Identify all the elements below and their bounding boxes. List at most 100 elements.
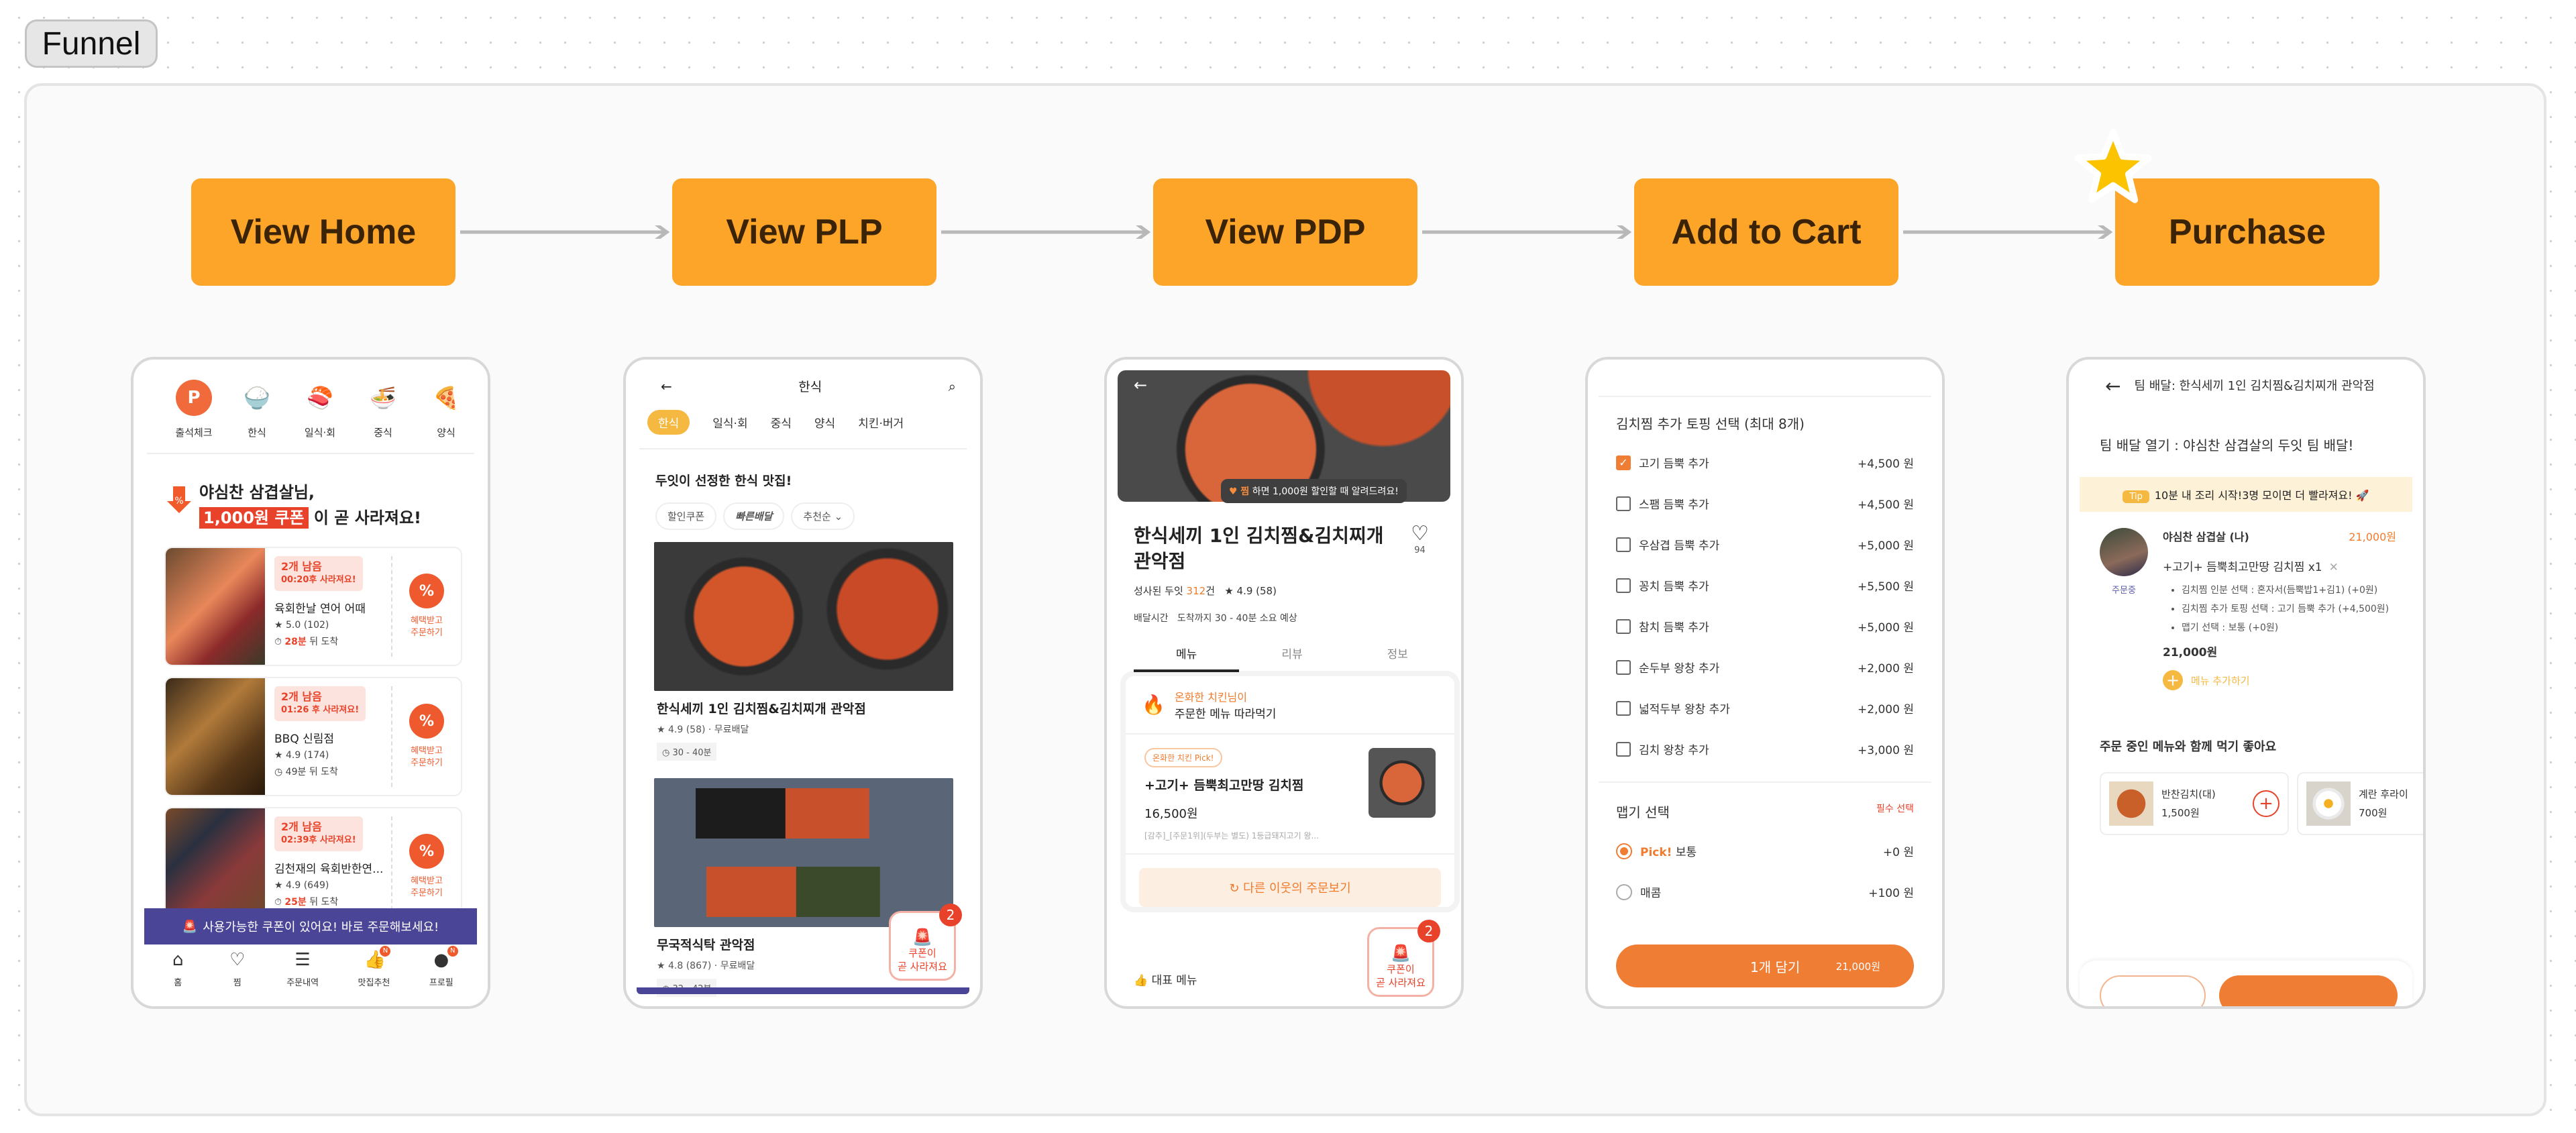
tab-favorites[interactable]: ♡ 찜 xyxy=(227,950,248,988)
tab-profile[interactable]: ● N 프로필 xyxy=(429,946,458,988)
add-to-cart-button[interactable]: 1개 담기 21,000원 xyxy=(1616,945,1914,987)
back-arrow-icon[interactable]: ← xyxy=(1134,376,1147,394)
stock-badge: 2개 남음 01:26 후 사라져요! xyxy=(274,686,366,721)
sort-dropdown[interactable]: 추천순 ⌄ xyxy=(791,502,855,530)
bottom-banner xyxy=(637,987,969,994)
view-other-orders-button[interactable]: ↻ 다른 이웃의 주문보기 xyxy=(1139,868,1441,907)
step-view-plp[interactable]: View PLP xyxy=(672,178,936,286)
topping-option[interactable]: 넓적두부 왕창 추가 +2,000 원 xyxy=(1588,688,1942,729)
store-image[interactable] xyxy=(654,778,953,927)
filter-fast-delivery[interactable]: 빠른배달 xyxy=(723,502,785,530)
pizza-icon: 🍕 xyxy=(433,385,460,411)
topping-option[interactable]: 순두부 왕창 추가 +2,000 원 xyxy=(1588,647,1942,688)
tab-korean[interactable]: 한식 xyxy=(647,410,690,435)
category-item[interactable]: 🍚 한식 xyxy=(230,380,284,439)
category-item[interactable]: 🍜 중식 xyxy=(356,380,410,439)
search-icon[interactable]: ⌕ xyxy=(949,378,956,394)
category-item[interactable]: 🍕 양식 xyxy=(419,380,473,439)
plus-icon: + xyxy=(2163,670,2183,690)
food-image xyxy=(166,548,265,665)
follow-order-card: 🔥 온화한 치킨님이 주문한 메뉴 따라먹기 온화한 치킨 Pick! +고기+ 듬… xyxy=(1126,676,1454,907)
store-name[interactable]: 한식세끼 1인 김치찜&김치찌개 관악점 xyxy=(626,691,980,717)
menu-image xyxy=(1368,748,1436,818)
radio[interactable] xyxy=(1616,843,1632,859)
topping-option[interactable]: ✓ 고기 듬뿍 추가 +4,500 원 xyxy=(1588,442,1942,483)
checkbox[interactable] xyxy=(1616,618,1631,634)
coupon-banner[interactable]: 🚨 사용가능한 쿠폰이 있어요! 바로 주문해보세요! xyxy=(144,908,477,945)
screen-home: P 출석체크 🍚 한식 🍣 일식·회 🍜 중식 🍕 양식 % 야심찬 삼겹살님, 1,000… xyxy=(131,357,490,1009)
topping-option[interactable]: 우삼겹 듬뿍 추가 +5,000 원 xyxy=(1588,524,1942,565)
open-team-delivery-button[interactable] xyxy=(2219,975,2398,1006)
back-arrow-icon[interactable]: ← xyxy=(661,378,672,394)
checkbox[interactable] xyxy=(1616,741,1631,757)
food-image xyxy=(2109,781,2153,826)
checkbox[interactable] xyxy=(1616,700,1631,716)
back-arrow-icon[interactable]: ← xyxy=(2105,377,2121,396)
topping-option[interactable]: 김치 왕창 추가 +3,000 원 xyxy=(1588,729,1942,769)
topping-option[interactable]: 스팸 듬뿍 추가 +4,500 원 xyxy=(1588,483,1942,524)
coupon-greeting: % 야심찬 삼겹살님, 1,000원 쿠폰 이 곧 사라져요! xyxy=(133,454,488,531)
tab-menu[interactable]: 메뉴 xyxy=(1134,645,1240,672)
step-view-pdp[interactable]: View PDP xyxy=(1153,178,1417,286)
stock-badge: 2개 남음 00:20후 사라져요! xyxy=(274,556,363,591)
picked-menu-item[interactable]: 온화한 치킨 Pick! +고기+ 듬뿍최고만땅 김치찜 16,500원 [감추… xyxy=(1126,735,1454,855)
avatar-icon: ● N xyxy=(431,946,458,970)
coupon-icon: % xyxy=(409,704,444,739)
checkbox[interactable] xyxy=(1616,537,1631,552)
recommend-item[interactable]: 계란 후라이 700원 xyxy=(2297,772,2423,835)
filter-coupon[interactable]: 할인쿠폰 xyxy=(655,502,717,530)
category-row: P 출석체크 🍚 한식 🍣 일식·회 🍜 중식 🍕 양식 xyxy=(133,360,488,439)
tip-banner: Tip 10분 내 조리 시작!3명 모이면 더 빨라져요! 🚀 xyxy=(2080,477,2412,512)
tab-western[interactable]: 양식 xyxy=(814,414,835,431)
step-add-to-cart[interactable]: Add to Cart xyxy=(1634,178,1898,286)
add-icon[interactable]: + xyxy=(2253,790,2279,817)
deal-card[interactable]: 2개 남음 00:20후 사라져요! 육회한날 연어 어때 ★ 5.0 (102)… xyxy=(164,547,462,666)
checkbox[interactable] xyxy=(1616,578,1631,593)
store-image[interactable] xyxy=(654,542,953,691)
food-image xyxy=(166,678,265,795)
recommend-item[interactable]: 반찬김치(대) 1,500원 + xyxy=(2100,772,2289,835)
radio[interactable] xyxy=(1616,883,1632,900)
step-purchase[interactable]: Purchase xyxy=(2115,178,2379,286)
tab-recommend[interactable]: 👍 N 맛집추천 xyxy=(358,946,391,988)
tab-reviews[interactable]: 리뷰 xyxy=(1239,645,1344,672)
checkbox[interactable] xyxy=(1616,496,1631,511)
get-benefit-button[interactable]: % 혜택받고 주문하기 xyxy=(391,816,461,917)
checkbox[interactable]: ✓ xyxy=(1616,455,1631,470)
attendance-icon: P xyxy=(176,380,212,416)
topping-option[interactable]: 참치 듬뿍 추가 +5,000 원 xyxy=(1588,606,1942,647)
deal-card[interactable]: 2개 남음 01:26 후 사라져요! BBQ 신림점 ★ 4.9 (174) ◷… xyxy=(164,677,462,796)
topping-list: ✓ 고기 듬뿍 추가 +4,500 원 스팸 듬뿍 추가 +4,500 원 우삼겹 듬뿍 … xyxy=(1588,442,1942,769)
favorite-button[interactable]: ♡ 94 xyxy=(1411,522,1429,555)
screen-pdp: ← ♥ 찜 하면 1,000원 할인할 때 알려드려요! 한식세끼 1인 김치찜… xyxy=(1104,357,1464,1009)
topping-option[interactable]: 꽁치 듬뿍 추가 +5,500 원 xyxy=(1588,565,1942,606)
favorite-tooltip: ♥ 찜 하면 1,000원 할인할 때 알려드려요! xyxy=(1221,479,1407,503)
coupon-expiring-button[interactable]: 2 🚨 쿠폰이 곧 사라져요 xyxy=(889,904,962,981)
arrow-icon xyxy=(460,225,670,239)
tab-home[interactable]: ⌂ 홈 xyxy=(168,950,188,988)
fire-icon: 🔥 xyxy=(1142,694,1165,716)
count-badge: 2 xyxy=(1417,920,1440,942)
secondary-button[interactable] xyxy=(2100,975,2206,1006)
checkbox[interactable] xyxy=(1616,659,1631,675)
category-item[interactable]: P 출석체크 xyxy=(167,380,221,439)
spice-option[interactable]: 매콤 +100 원 xyxy=(1588,871,1942,912)
spice-option[interactable]: Pick! 보통 +0 원 xyxy=(1588,830,1942,871)
category-item[interactable]: 🍣 일식·회 xyxy=(293,380,347,439)
add-menu-button[interactable]: + 메뉴 추가하기 xyxy=(2163,670,2396,690)
option-list: 김치찜 인분 선택 : 혼자서(듬뿍밥1+김1) (+0원) 김치찜 추가 토핑… xyxy=(2163,581,2396,637)
tab-chinese[interactable]: 중식 xyxy=(771,414,792,431)
get-benefit-button[interactable]: % 혜택받고 주문하기 xyxy=(391,556,461,657)
tab-orders[interactable]: ☰ 주문내역 xyxy=(286,950,319,988)
tab-info[interactable]: 정보 xyxy=(1345,645,1450,672)
remove-item-icon[interactable]: ✕ xyxy=(2329,561,2339,574)
step-view-home[interactable]: View Home xyxy=(191,178,455,286)
get-benefit-button[interactable]: % 혜택받고 주문하기 xyxy=(391,686,461,787)
thumbs-up-icon: 👍 xyxy=(1134,974,1148,987)
star-icon xyxy=(2074,129,2152,203)
tab-chicken[interactable]: 치킨·버거 xyxy=(858,414,904,431)
section-title: 두잇이 선정한 한식 맛집! xyxy=(655,474,792,488)
tab-japanese[interactable]: 일식·회 xyxy=(712,414,747,431)
coupon-expiring-button[interactable]: 2 🚨 쿠폰이 곧 사라져요 xyxy=(1367,920,1440,997)
recommend-title: 주문 중인 메뉴와 함께 먹기 좋아요 xyxy=(2100,740,2277,754)
